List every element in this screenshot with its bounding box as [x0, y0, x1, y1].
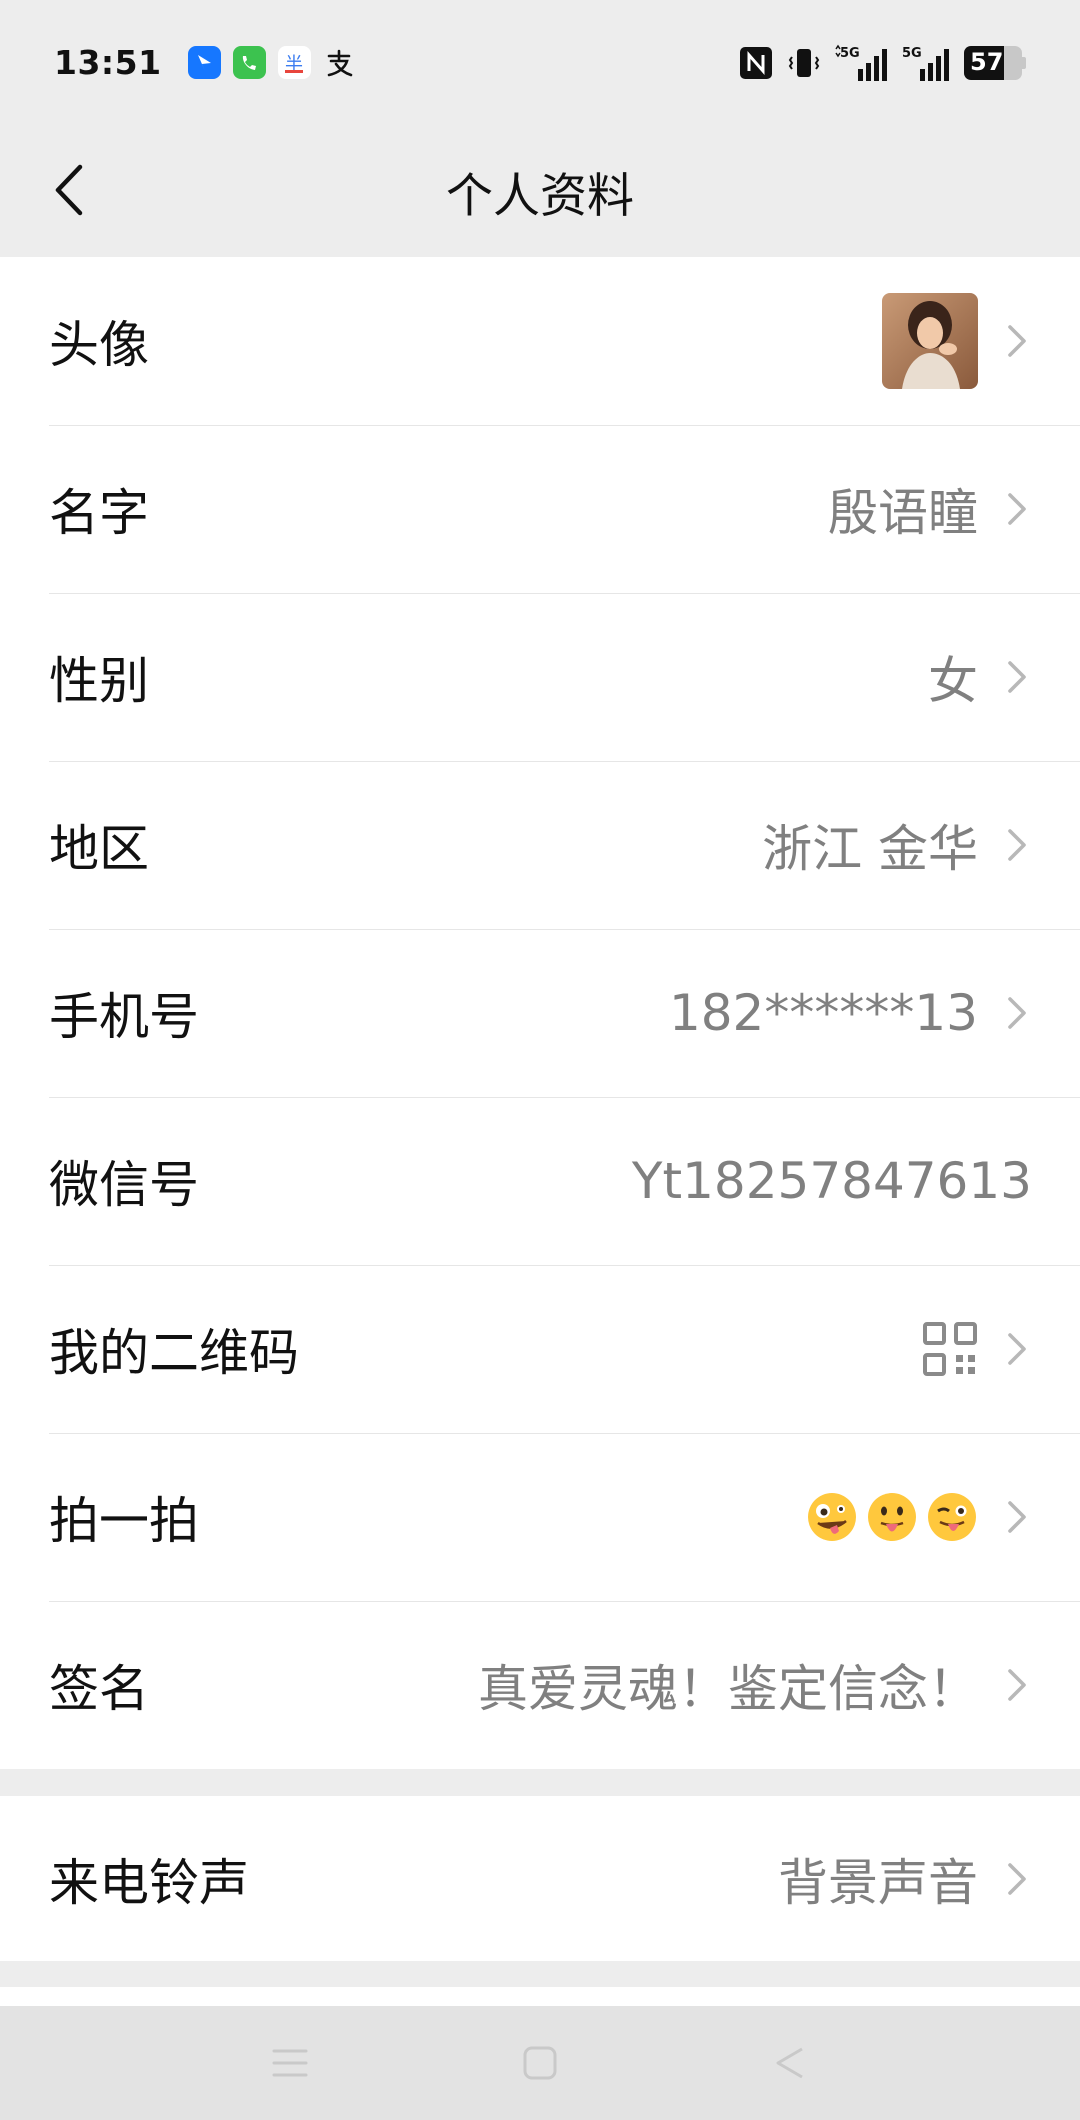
qrcode-label: 我的二维码	[49, 1324, 299, 1382]
region-label: 地区	[49, 820, 149, 878]
tongue-face-icon	[868, 1493, 916, 1541]
winking-tongue-face-icon	[928, 1493, 976, 1541]
gender-row[interactable]: 性别 女	[0, 593, 1080, 761]
status-indicators: 5G 5G 57	[738, 43, 1026, 83]
signature-label: 签名	[49, 1660, 149, 1718]
page-title: 个人资料	[446, 168, 634, 224]
wechat-id-label: 微信号	[49, 1156, 199, 1214]
status-bar: 13:51 半 5G 5G 57	[0, 0, 1080, 125]
zany-face-icon	[808, 1493, 856, 1541]
name-row[interactable]: 名字 殷语瞳	[0, 425, 1080, 593]
battery-icon: 57	[964, 45, 1026, 80]
gender-value: 女	[928, 652, 978, 710]
chevron-right-icon	[1008, 493, 1026, 525]
gender-label: 性别	[49, 652, 149, 710]
meituan-icon: 半	[277, 46, 311, 79]
pat-label: 拍一拍	[49, 1492, 199, 1550]
back-icon[interactable]	[770, 2043, 810, 2083]
signal-icon: 5G	[902, 46, 949, 81]
ringtone-row[interactable]: 来电铃声 背景声音	[0, 1796, 1080, 1961]
chevron-right-icon	[1008, 1501, 1026, 1533]
avatar-row[interactable]: 头像	[0, 257, 1080, 425]
pat-row[interactable]: 拍一拍	[0, 1433, 1080, 1601]
home-icon[interactable]	[520, 2043, 560, 2083]
profile-card: 头像 名字 殷语瞳 性别 女 地区 浙江 金华 手机号 182******13 …	[0, 257, 1080, 1769]
name-label: 名字	[49, 484, 149, 542]
chevron-right-icon	[1008, 1333, 1026, 1365]
status-time: 13:51	[54, 43, 162, 82]
phone-label: 手机号	[49, 988, 199, 1046]
status-app-icons: 半	[187, 46, 356, 79]
menu-icon[interactable]	[270, 2045, 310, 2081]
phone-icon	[232, 46, 266, 79]
vibrate-icon	[788, 48, 820, 77]
svg-text:5G: 5G	[902, 46, 922, 61]
signature-value: 真爱灵魂！鉴定信念！	[478, 1660, 978, 1718]
chevron-right-icon	[1008, 1862, 1026, 1895]
chevron-right-icon	[1008, 661, 1026, 693]
svg-text:5G: 5G	[840, 46, 860, 61]
nav-bar: 个人资料	[0, 125, 1080, 257]
next-card-edge	[0, 1987, 1080, 2006]
chevron-right-icon	[1008, 1669, 1026, 1701]
chevron-right-icon	[1008, 325, 1026, 357]
ringtone-value: 背景声音	[778, 1853, 978, 1912]
avatar-label: 头像	[49, 316, 149, 374]
name-value: 殷语瞳	[828, 484, 978, 542]
chevron-left-icon[interactable]	[38, 155, 108, 225]
nfc-icon	[740, 46, 772, 79]
phone-row[interactable]: 手机号 182******13	[0, 929, 1080, 1097]
chevron-right-icon	[1008, 997, 1026, 1029]
system-nav-bar	[0, 2006, 1080, 2120]
region-row[interactable]: 地区 浙江 金华	[0, 761, 1080, 929]
alipay-icon	[323, 46, 356, 79]
qrcode-icon	[923, 1322, 977, 1376]
ringtone-label: 来电铃声	[49, 1853, 249, 1912]
signal-icon: 5G	[835, 44, 887, 81]
wechat-id-value: Yt18257847613	[631, 1152, 1032, 1210]
dingtalk-icon	[187, 46, 221, 79]
battery-level: 57	[970, 47, 1004, 76]
region-value: 浙江 金华	[762, 820, 978, 878]
chevron-right-icon	[1008, 829, 1026, 861]
avatar[interactable]	[882, 293, 978, 389]
wechat-id-row[interactable]: 微信号 Yt18257847613	[0, 1097, 1080, 1265]
phone-value: 182******13	[668, 984, 978, 1042]
qrcode-row[interactable]: 我的二维码	[0, 1265, 1080, 1433]
ringtone-card: 来电铃声 背景声音	[0, 1796, 1080, 1961]
signature-row[interactable]: 签名 真爱灵魂！鉴定信念！	[0, 1601, 1080, 1769]
